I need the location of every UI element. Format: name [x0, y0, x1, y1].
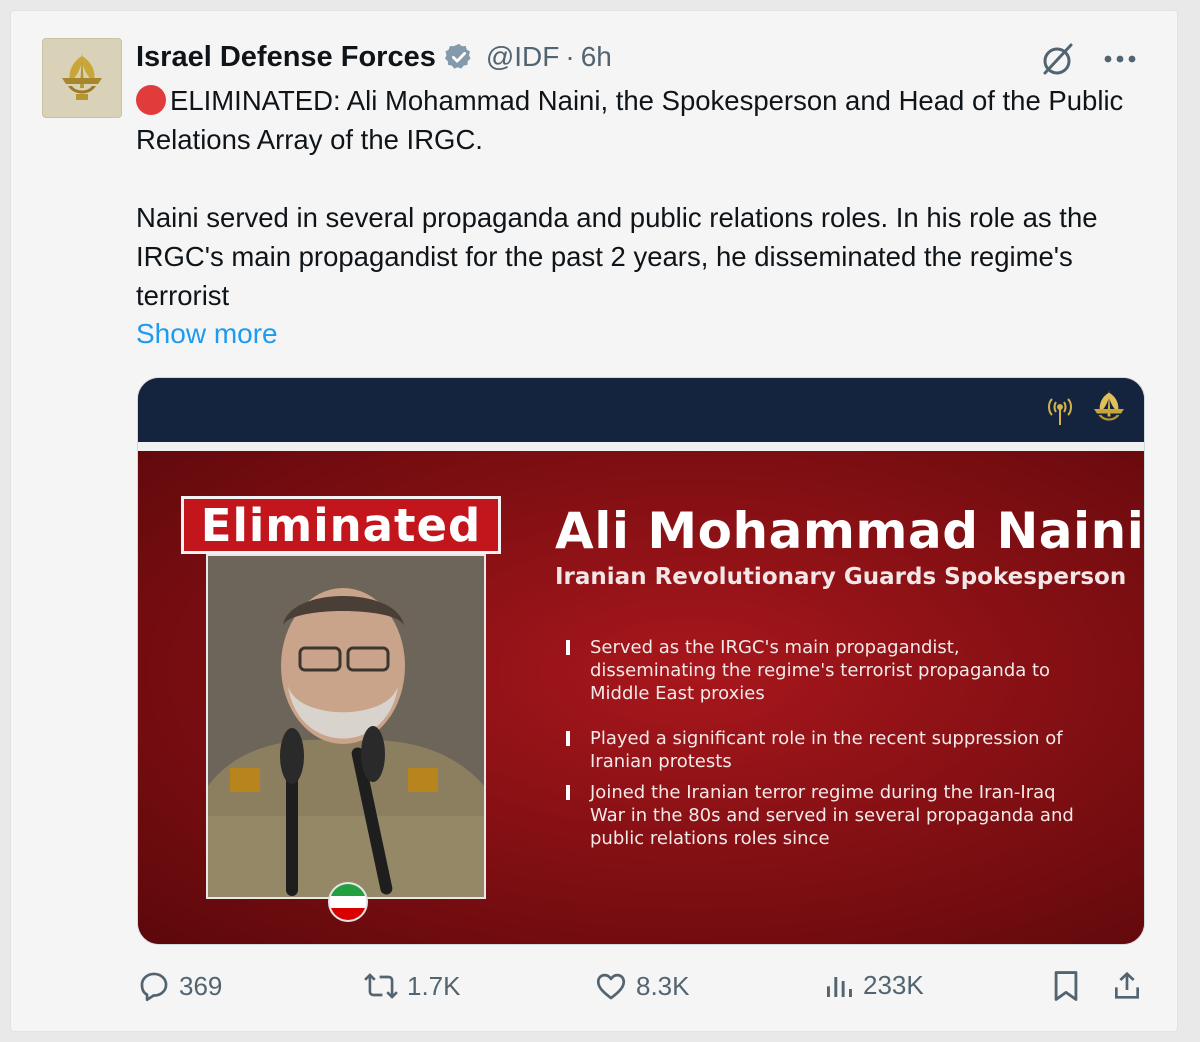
bullet-marker	[566, 785, 570, 800]
media-bullet: Played a significant role in the recent …	[566, 727, 1086, 773]
like-count: 8.3K	[636, 970, 690, 1001]
tweet-actions: 369 1.7K 8.3K 233K	[11, 969, 1177, 1013]
tweet-card[interactable]: Israel Defense Forces @IDF · 6h ELIMINAT…	[10, 10, 1178, 1032]
bullet-text: Joined the Iranian terror regime during …	[590, 782, 1074, 849]
media-navy-banner	[138, 378, 1144, 442]
reply-count: 369	[179, 970, 223, 1001]
media-person-name: Ali Mohammad Naini	[555, 502, 1145, 560]
bookmark-icon	[1054, 971, 1078, 1001]
more-options-icon[interactable]	[1103, 52, 1137, 66]
views-count: 233K	[863, 969, 924, 1000]
media-person-title: Iranian Revolutionary Guards Spokesperso…	[555, 564, 1127, 590]
bullet-marker	[566, 640, 570, 655]
grok-icon[interactable]	[1037, 39, 1077, 79]
bookmark-button[interactable]	[1051, 969, 1081, 1003]
separator-dot: ·	[565, 41, 575, 72]
reply-icon	[140, 972, 168, 1002]
repost-count: 1.7K	[407, 970, 461, 1001]
media-bullet-list: Served as the IRGC's main propagandist, …	[566, 636, 1086, 850]
media-image[interactable]: Eliminated Ali Mohammad Naini Iranian Re…	[137, 377, 1145, 945]
eliminated-label: Eliminated	[200, 498, 482, 552]
eliminated-banner: Eliminated	[181, 496, 501, 554]
author-handle[interactable]: @IDF	[486, 41, 560, 73]
like-button[interactable]: 8.3K	[594, 969, 690, 1003]
tweet-line-1: ELIMINATED: Ali Mohammad Naini, the Spok…	[136, 85, 1124, 155]
bullet-text: Played a significant role in the recent …	[590, 728, 1063, 772]
tweet-header: Israel Defense Forces @IDF · 6h	[136, 37, 612, 77]
share-icon	[1115, 971, 1139, 999]
views-chart-icon	[827, 977, 852, 997]
tweet-line-2: Naini served in several propaganda and p…	[136, 202, 1098, 311]
share-button[interactable]	[1111, 969, 1143, 1003]
tweet-text: ELIMINATED: Ali Mohammad Naini, the Spok…	[136, 81, 1146, 315]
bullet-text: Served as the IRGC's main propagandist, …	[590, 637, 1051, 704]
portrait-illustration	[208, 556, 484, 897]
heart-icon	[596, 973, 626, 1000]
views-button[interactable]: 233K	[823, 969, 924, 1001]
reply-button[interactable]: 369	[137, 969, 222, 1003]
idf-logo-icon	[1094, 389, 1124, 421]
avatar[interactable]	[42, 38, 122, 118]
media-logos	[1042, 386, 1130, 432]
iran-flag-icon	[328, 882, 368, 922]
media-bullet: Served as the IRGC's main propagandist, …	[566, 636, 1086, 705]
timestamp[interactable]: 6h	[581, 41, 612, 73]
verified-badge-icon[interactable]	[444, 42, 474, 72]
author-name[interactable]: Israel Defense Forces	[136, 41, 436, 74]
header-actions	[1037, 39, 1137, 79]
repost-button[interactable]: 1.7K	[363, 969, 461, 1003]
media-bullet: Joined the Iranian terror regime during …	[566, 781, 1086, 850]
repost-icon	[364, 973, 398, 999]
show-more-link[interactable]: Show more	[136, 316, 278, 352]
signal-unit-icon	[1048, 398, 1072, 425]
bullet-marker	[566, 731, 570, 746]
media-divider-stripe	[138, 442, 1144, 451]
portrait-photo	[206, 554, 486, 899]
red-circle-emoji-icon	[136, 85, 166, 115]
idf-emblem-icon	[62, 52, 102, 100]
